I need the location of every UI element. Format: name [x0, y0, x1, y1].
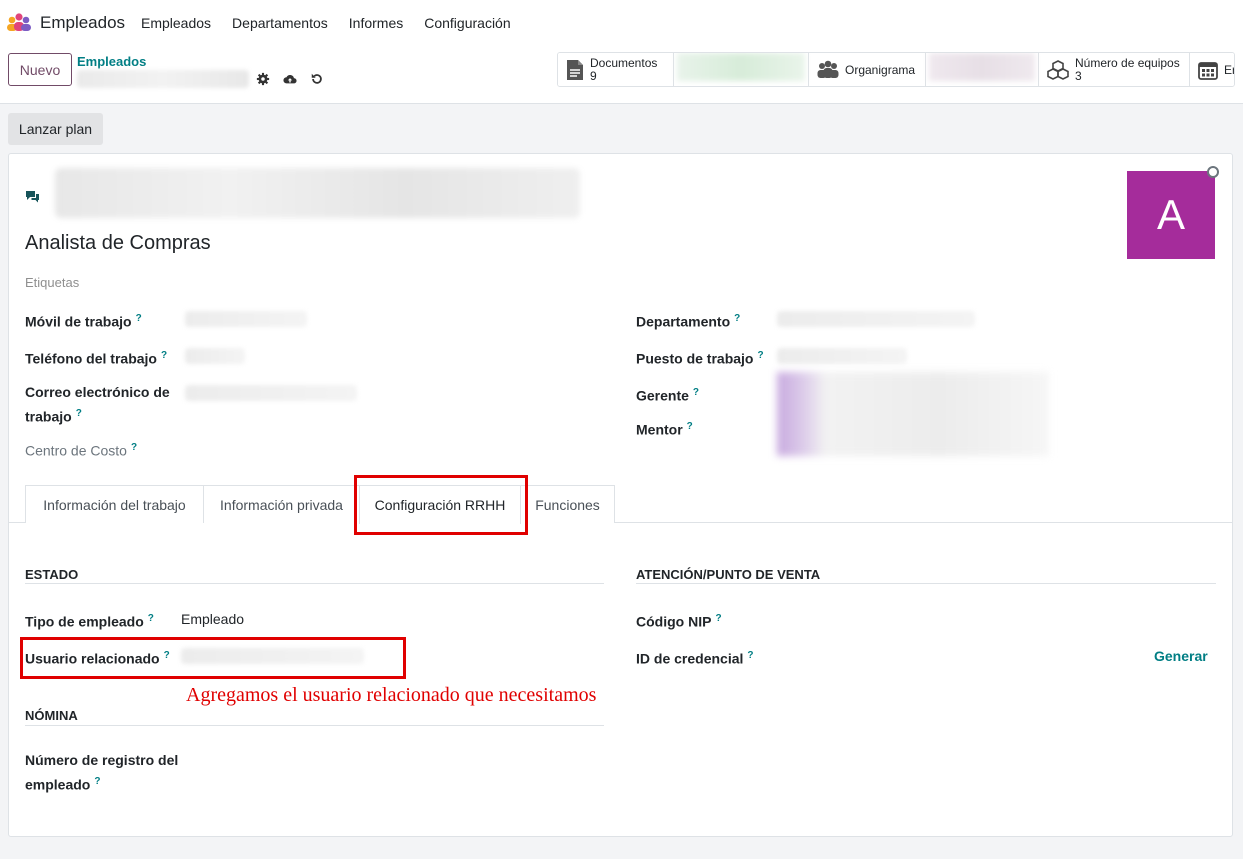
top-navbar: Empleados Empleados Departamentos Inform… — [0, 0, 1243, 44]
work-email-label: Correo electrónico de trabajo? — [25, 384, 170, 425]
badge-id-label: ID de credencial? — [636, 650, 754, 667]
documents-smart-button[interactable]: Documentos 9 — [558, 53, 674, 86]
calendar-label: Er — [1224, 62, 1235, 77]
tab-private-info[interactable]: Información privada — [203, 485, 360, 523]
help-icon[interactable]: ? — [94, 776, 100, 787]
gear-icon[interactable] — [256, 72, 270, 86]
pin-code-label: Código NIP? — [636, 613, 722, 630]
mentor-label: Mentor? — [636, 421, 693, 438]
annotation-box-related-user — [20, 637, 406, 679]
status-section-title: ESTADO — [25, 567, 79, 582]
menu-informes[interactable]: Informes — [349, 15, 403, 31]
help-icon[interactable]: ? — [747, 650, 753, 661]
calendar-icon — [1198, 61, 1218, 80]
documents-count: 9 — [590, 68, 597, 83]
breadcrumb-employees[interactable]: Empleados — [77, 54, 146, 69]
help-icon[interactable]: ? — [693, 387, 699, 398]
new-button[interactable]: Nuevo — [8, 53, 72, 86]
people-icon — [817, 60, 839, 78]
redacted-smart-button[interactable] — [677, 53, 805, 81]
work-email-value-redacted[interactable] — [185, 385, 357, 401]
help-icon[interactable]: ? — [687, 421, 693, 432]
presence-status-icon — [1207, 166, 1219, 178]
documents-label: Documentos — [590, 55, 658, 70]
equipment-count: 3 — [1075, 68, 1082, 83]
help-icon[interactable]: ? — [148, 613, 154, 624]
section-divider — [25, 725, 604, 726]
help-icon[interactable]: ? — [131, 442, 137, 453]
cloud-upload-icon[interactable] — [283, 72, 297, 86]
payroll-section-title: NÓMINA — [25, 708, 78, 723]
job-title[interactable]: Analista de Compras — [25, 232, 211, 255]
help-icon[interactable]: ? — [136, 313, 142, 324]
main-menu: Empleados Departamentos Informes Configu… — [141, 15, 511, 31]
manager-label: Gerente? — [636, 387, 700, 404]
tab-work-info[interactable]: Información del trabajo — [25, 485, 204, 523]
work-phone-value-redacted[interactable] — [185, 348, 245, 364]
registration-number-label: Número de registro del empleado? — [25, 752, 179, 793]
menu-empleados[interactable]: Empleados — [141, 15, 211, 31]
section-divider — [25, 583, 604, 584]
document-icon — [567, 59, 583, 80]
section-divider — [636, 583, 1216, 584]
avatar-letter: A — [1156, 191, 1185, 238]
control-panel: Nuevo Empleados Documentos 9 Organigrama … — [0, 44, 1243, 104]
equipment-label: Número de equipos — [1075, 55, 1180, 70]
department-label: Departamento? — [636, 313, 741, 330]
help-icon[interactable]: ? — [161, 350, 167, 361]
redacted-smart-button-2[interactable] — [929, 53, 1035, 81]
calendar-smart-button[interactable]: Er — [1190, 53, 1234, 86]
annotation-box-hr-tab — [354, 475, 528, 535]
work-mobile-value-redacted[interactable] — [185, 311, 307, 327]
help-icon[interactable]: ? — [76, 408, 82, 419]
menu-departamentos[interactable]: Departamentos — [232, 15, 328, 31]
help-icon[interactable]: ? — [715, 613, 721, 624]
org-chart-label: Organigrama — [845, 62, 916, 77]
cubes-icon — [1047, 59, 1069, 80]
app-name[interactable]: Empleados — [40, 13, 125, 33]
help-icon[interactable]: ? — [757, 350, 763, 361]
record-actions — [256, 72, 324, 86]
avatar[interactable]: A — [1127, 171, 1215, 259]
employee-name-redacted[interactable] — [55, 168, 580, 218]
manager-mentor-values-redacted[interactable] — [777, 372, 1049, 456]
smart-buttons: Documentos 9 Organigrama Número de equipo… — [557, 52, 1235, 87]
annotation-text: Agregamos el usuario relacionado que nec… — [186, 684, 597, 706]
work-mobile-label: Móvil de trabajo? — [25, 313, 142, 330]
employee-type-select[interactable]: Empleado — [181, 611, 244, 627]
org-chart-smart-button[interactable]: Organigrama — [808, 53, 926, 86]
work-phone-label: Teléfono del trabajo? — [25, 350, 168, 367]
department-value-redacted[interactable] — [777, 311, 975, 327]
launch-plan-button[interactable]: Lanzar plan — [8, 113, 103, 145]
chat-icon[interactable] — [25, 190, 40, 203]
generate-badge-button[interactable]: Generar — [1154, 648, 1208, 664]
tab-functions[interactable]: Funciones — [520, 485, 615, 523]
help-icon[interactable]: ? — [734, 313, 740, 324]
record-name-redacted — [77, 70, 249, 88]
job-position-label: Puesto de trabajo? — [636, 350, 764, 367]
menu-configuracion[interactable]: Configuración — [424, 15, 510, 31]
job-position-value-redacted[interactable] — [777, 348, 907, 364]
employee-type-label: Tipo de empleado? — [25, 613, 154, 630]
employees-app-icon[interactable] — [6, 12, 32, 32]
attendance-section-title: ATENCIÓN/PUNTO DE VENTA — [636, 567, 821, 582]
tags-field[interactable]: Etiquetas — [25, 275, 79, 290]
cost-center-label: Centro de Costo? — [25, 442, 138, 459]
undo-icon[interactable] — [310, 72, 324, 86]
equipment-smart-button[interactable]: Número de equipos 3 — [1038, 53, 1190, 86]
